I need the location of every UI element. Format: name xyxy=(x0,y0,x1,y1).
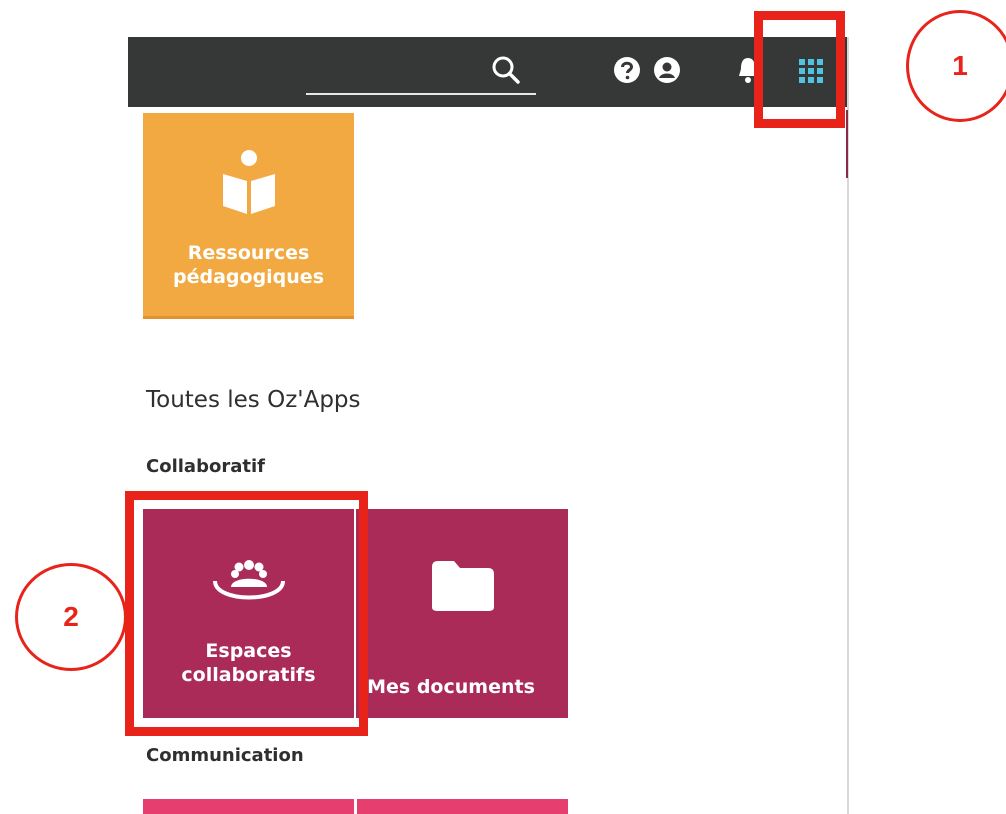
tile-communication-1[interactable] xyxy=(143,799,354,814)
top-header xyxy=(128,37,848,107)
search-input[interactable] xyxy=(306,93,536,95)
tile-communication-2[interactable] xyxy=(357,799,568,814)
scroll-strip xyxy=(846,110,848,178)
search-icon[interactable] xyxy=(490,54,522,86)
section-title: Toutes les Oz'Apps xyxy=(146,387,361,413)
category-title-communication: Communication xyxy=(146,745,304,766)
highlight-apps-grid xyxy=(754,11,845,128)
reading-person-icon xyxy=(223,150,275,214)
highlight-espaces-collaboratifs xyxy=(125,491,368,736)
folder-icon xyxy=(432,561,494,611)
tile-label: Mes documents xyxy=(367,676,535,698)
account-icon[interactable] xyxy=(653,56,681,84)
callout-1: 1 xyxy=(906,10,1006,122)
tile-mes-documents-clip: Mes documents xyxy=(356,509,568,718)
category-title-collaboratif: Collaboratif xyxy=(146,456,265,477)
callout-2: 2 xyxy=(15,563,127,671)
help-icon[interactable] xyxy=(613,56,641,84)
tile-ressources-pedagogiques[interactable]: Ressources pédagogiques xyxy=(143,113,354,319)
tile-mes-documents[interactable]: Mes documents xyxy=(356,509,568,718)
tile-label: Ressources pédagogiques xyxy=(173,242,324,288)
